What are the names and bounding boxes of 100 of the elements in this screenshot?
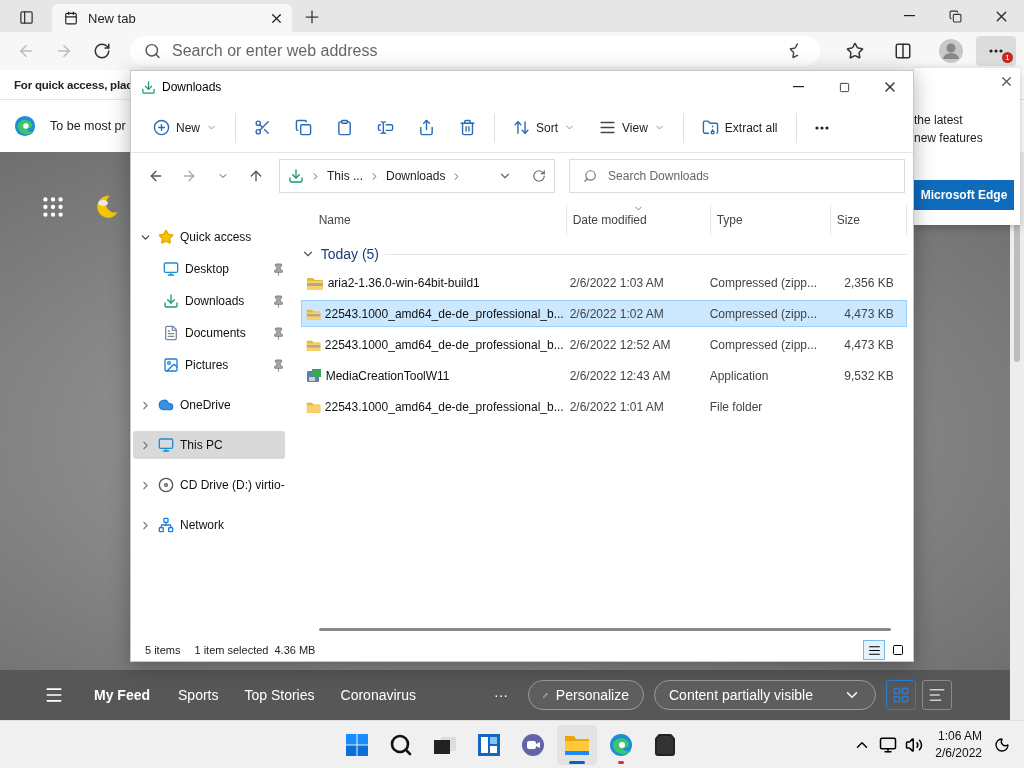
view-mode-button[interactable] — [863, 640, 885, 660]
back-icon — [17, 42, 35, 60]
search-field[interactable]: Search Downloads — [569, 159, 905, 193]
running-indicator — [569, 760, 585, 764]
group-header[interactable]: Today (5) — [320, 246, 380, 262]
installer-icon — [305, 367, 322, 384]
download-icon — [163, 293, 179, 309]
search-icon — [389, 732, 413, 757]
nav-item[interactable]: Quick access — [133, 223, 285, 251]
flyout-text: the latest — [914, 112, 964, 129]
column-header[interactable]: Date modified — [566, 205, 711, 235]
moon-icon — [94, 194, 120, 220]
volume-icon[interactable] — [905, 735, 924, 754]
collections-icon — [894, 42, 912, 60]
sort-icon — [513, 119, 530, 136]
nav-item[interactable]: Documents — [133, 319, 285, 347]
share-icon — [418, 119, 435, 136]
file-row[interactable]: MediaCreationToolW11 2/6/2022 12:43 AM Application 9,532 KB — [300, 362, 907, 389]
window-title: Downloads — [162, 80, 222, 94]
edge-button[interactable]: Microsoft Edge — [914, 180, 1014, 210]
extract-all-button[interactable]: Extract all — [691, 110, 788, 145]
type-cell-text: Compressed (zipp... — [708, 306, 819, 321]
size-cell-text: 9,532 KB — [843, 368, 895, 383]
breadcrumb-item[interactable]: Downloads — [386, 169, 446, 183]
breadcrumb-item[interactable]: This ... — [327, 169, 363, 183]
more-button[interactable]: ··· — [488, 686, 514, 704]
refresh-icon[interactable] — [532, 169, 547, 183]
scrollbar[interactable] — [1010, 152, 1024, 720]
size-cell-text: 2,356 KB — [843, 275, 895, 290]
item-count: 5 items — [145, 644, 181, 656]
feed-tab[interactable]: Coronavirus — [328, 687, 428, 703]
column-header[interactable]: Size — [830, 205, 907, 235]
clipboard-icon — [336, 119, 353, 136]
more-icon — [989, 49, 1003, 53]
close-icon[interactable] — [999, 74, 1014, 89]
widgets-icon — [477, 732, 501, 757]
running-indicator — [618, 760, 624, 764]
file-name: aria2-1.36.0-win-64bit-build1 — [327, 275, 480, 290]
more-button[interactable]: 1 — [976, 36, 1016, 66]
notification-badge: 1 — [1002, 52, 1013, 63]
address-field[interactable]: Search or enter web address — [130, 36, 820, 66]
menu-icon[interactable] — [44, 685, 64, 705]
nav-item[interactable]: OneDrive — [133, 391, 285, 419]
maximize-icon — [838, 81, 850, 93]
clock[interactable]: 1:06 AM 2/6/2022 — [935, 727, 982, 762]
size-cell-text: 4,473 KB — [843, 337, 895, 352]
restore-icon — [948, 9, 962, 23]
visibility-dropdown[interactable]: Content partially visible — [654, 680, 876, 710]
browser-icon — [609, 732, 633, 757]
forward-icon — [55, 42, 73, 60]
avatar-icon — [939, 39, 963, 63]
feed-tab[interactable]: Top Stories — [232, 687, 327, 703]
promo-text: To be most pr — [50, 119, 126, 133]
date-cell-text: 2/6/2022 1:02 AM — [568, 306, 665, 321]
details-icon — [867, 643, 881, 657]
feed-tab[interactable]: My Feed — [82, 687, 162, 703]
apps-icon[interactable] — [40, 194, 66, 220]
nav-item[interactable]: Downloads — [133, 287, 285, 315]
nav-item[interactable]: Network — [133, 511, 285, 539]
moon-icon[interactable] — [994, 736, 1010, 753]
address-bar[interactable]: This ... Downloads — [279, 159, 556, 193]
type-cell-text: Compressed (zipp... — [708, 275, 819, 290]
personalize-button[interactable]: Personalize — [528, 680, 644, 710]
download-icon — [288, 168, 304, 184]
file-row[interactable]: 22543.1000_amd64_de-de_professional_b... 2/6/2022 12:52 AM Compressed (zipp... 4,473 KB — [300, 331, 907, 358]
feed-tab[interactable]: Sports — [166, 687, 231, 703]
new-button[interactable]: New — [143, 110, 227, 145]
file-row[interactable]: 22543.1000_amd64_de-de_professional_b... 2/6/2022 1:01 AM File folder — [300, 393, 907, 420]
layout-button[interactable] — [922, 680, 952, 710]
browser-tab[interactable]: New tab — [52, 4, 292, 32]
file-name: 22543.1000_amd64_de-de_professional_b... — [324, 337, 564, 352]
nav-item[interactable]: CD Drive (D:) virtio- — [133, 471, 285, 499]
column-header[interactable]: Name — [300, 205, 567, 235]
new-tab-icon — [64, 11, 78, 25]
sort-button[interactable]: Sort — [503, 110, 586, 145]
nav-item[interactable]: This PC — [133, 431, 285, 459]
chat-icon — [521, 732, 545, 757]
date-cell-text: 2/6/2022 1:01 AM — [568, 399, 665, 414]
column-header[interactable]: Type — [710, 205, 831, 235]
search-icon — [144, 42, 161, 60]
view-button[interactable]: View — [589, 110, 675, 145]
trash-icon — [459, 119, 476, 136]
file-row[interactable]: aria2-1.36.0-win-64bit-build1 2/6/2022 1:03 AM Compressed (zipp... 2,356 KB — [300, 269, 907, 296]
flyout-text: new features — [914, 130, 984, 147]
scrollbar[interactable] — [318, 628, 891, 631]
folder-icon — [701, 119, 719, 136]
view-icon — [599, 119, 617, 136]
disc-drive-icon — [158, 477, 174, 493]
date-cell-text: 2/6/2022 1:03 AM — [568, 275, 665, 290]
picture-icon — [163, 357, 179, 373]
minimize-icon — [903, 15, 915, 17]
list-icon — [928, 686, 946, 704]
type-cell-text: File folder — [708, 399, 764, 414]
nav-item[interactable]: Desktop — [133, 255, 285, 283]
date-cell-text: 2/6/2022 12:43 AM — [568, 368, 672, 383]
size-cell-text: 4,473 KB — [843, 306, 895, 321]
nav-item[interactable]: Pictures — [133, 351, 285, 379]
refresh-icon — [93, 42, 111, 60]
file-row[interactable]: 22543.1000_amd64_de-de_professional_b... 2/6/2022 1:02 AM Compressed (zipp... 4,473 KB — [300, 300, 907, 327]
computer-icon — [158, 437, 174, 453]
